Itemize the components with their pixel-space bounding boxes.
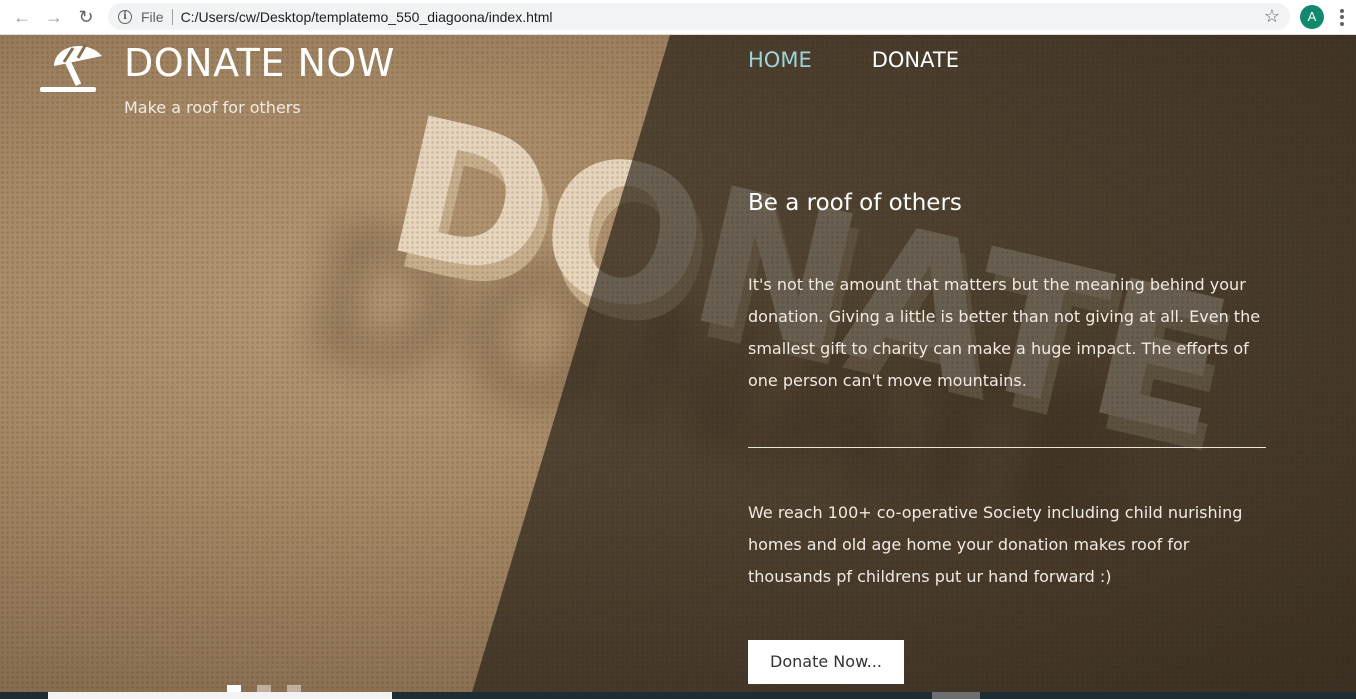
arrow-left-icon: ← [13, 6, 31, 27]
reload-button[interactable]: ↻ [70, 1, 102, 33]
umbrella-beach-icon [40, 43, 102, 92]
address-bar[interactable]: i File C:/Users/cw/Desktop/templatemo_55… [108, 3, 1290, 30]
taskbar-search-box[interactable] [48, 692, 392, 699]
reload-icon: ↻ [78, 6, 94, 27]
bookmark-star-icon[interactable]: ☆ [1264, 6, 1280, 27]
main-nav: HOME DONATE [748, 48, 959, 72]
browser-toolbar: ← → ↻ i File C:/Users/cw/Desktop/templat… [0, 0, 1356, 35]
forward-button[interactable]: → [38, 1, 70, 33]
content-paragraph-1: It's not the amount that matters but the… [748, 275, 1261, 390]
content-panel: Be a roof of others It's not the amount … [748, 190, 1266, 684]
content-heading: Be a roof of others [748, 190, 962, 216]
site-tagline: Make a roof for others [124, 98, 301, 117]
url-scheme: File [141, 8, 164, 25]
info-icon[interactable]: i [118, 9, 132, 24]
nav-donate-link[interactable]: DONATE [872, 48, 959, 72]
url-text[interactable]: C:/Users/cw/Desktop/templatemo_550_diago… [181, 9, 553, 25]
nav-home-link[interactable]: HOME [748, 48, 812, 72]
browser-menu-icon[interactable] [1334, 6, 1350, 28]
page-viewport: DONATE DONATE NOW Make a roof for others… [0, 35, 1356, 699]
arrow-right-icon: → [45, 6, 63, 27]
site-title[interactable]: DONATE NOW [124, 41, 395, 85]
donate-now-button[interactable]: Donate Now... [748, 640, 904, 684]
profile-avatar[interactable]: A [1300, 5, 1324, 29]
back-button[interactable]: ← [6, 1, 38, 33]
taskbar-strip [0, 692, 1356, 699]
content-divider [748, 447, 1266, 448]
taskbar-app-icon[interactable] [932, 692, 980, 699]
content-paragraph-2: We reach 100+ co-operative Society inclu… [748, 503, 1243, 586]
address-divider [171, 8, 173, 25]
